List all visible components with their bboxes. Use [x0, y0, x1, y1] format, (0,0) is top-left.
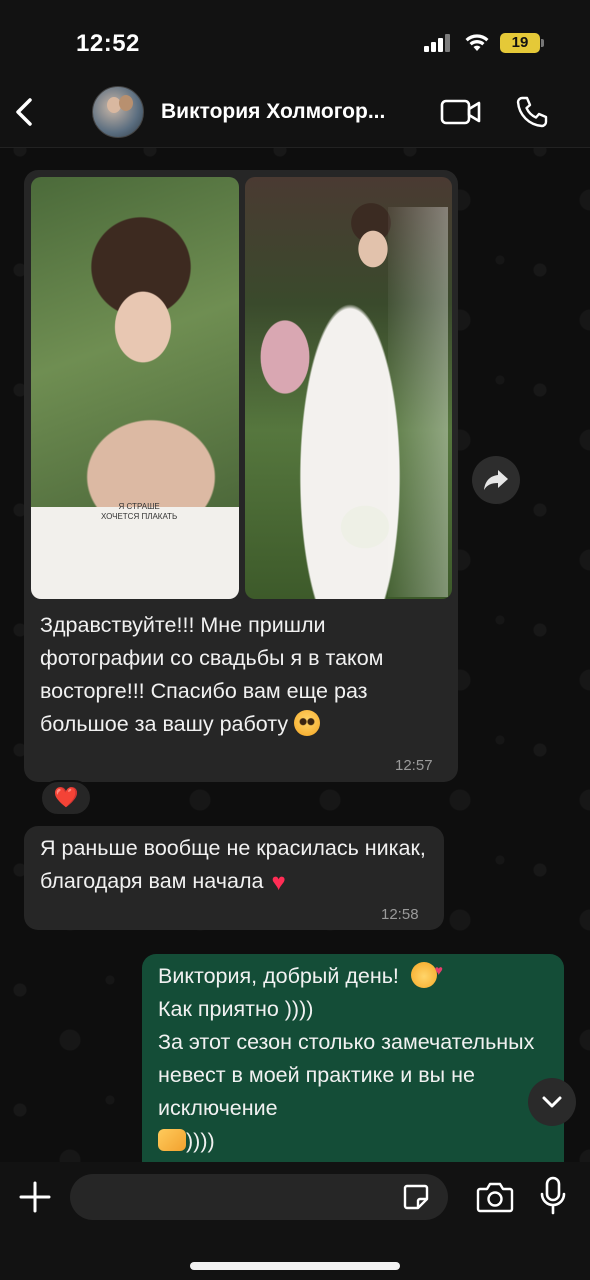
- sticker-icon[interactable]: [402, 1183, 430, 1211]
- forward-arrow-icon: [484, 470, 508, 490]
- smiling-face-with-hearts-icon: [410, 954, 443, 988]
- wedding-photo-full[interactable]: [245, 177, 452, 599]
- wedding-photo-portrait[interactable]: Я СТРАШЕ ХОЧЕТСЯ ПЛАКАТЬ: [31, 177, 239, 599]
- heart-with-arrow-icon: ♥: [271, 869, 286, 896]
- status-time: 12:52: [76, 30, 140, 57]
- plus-icon[interactable]: [18, 1180, 52, 1214]
- message-input[interactable]: [70, 1174, 448, 1220]
- heart-hands-icon: [158, 1129, 186, 1151]
- message-bubble-incoming[interactable]: Я СТРАШЕ ХОЧЕТСЯ ПЛАКАТЬ Здравствуйте!!! …: [24, 170, 458, 782]
- chevron-down-icon: [542, 1096, 562, 1108]
- scroll-to-bottom-button[interactable]: [528, 1078, 576, 1126]
- chat-header: Виктория Холмогор...: [0, 80, 590, 148]
- chevron-left-icon[interactable]: [10, 92, 40, 132]
- cellular-signal-icon: [424, 34, 452, 52]
- photo-tattoo-text: Я СТРАШЕ ХОЧЕТСЯ ПЛАКАТЬ: [101, 502, 178, 521]
- pleading-face-icon: [294, 710, 321, 736]
- avatar[interactable]: [92, 86, 144, 138]
- battery-indicator: 19: [500, 33, 544, 53]
- message-time: 12:57: [395, 757, 433, 774]
- wifi-icon: [465, 34, 489, 51]
- composer-bar: [0, 1162, 590, 1280]
- camera-icon[interactable]: [476, 1180, 514, 1214]
- contact-name[interactable]: Виктория Холмогор...: [161, 100, 425, 124]
- message-text: Я раньше вообще не красилась никак, благ…: [40, 836, 426, 896]
- phone-icon[interactable]: [514, 94, 550, 130]
- microphone-icon[interactable]: [540, 1176, 566, 1216]
- message-text: Здравствуйте!!! Мне пришли фотографии со…: [40, 613, 384, 736]
- forward-button[interactable]: [472, 456, 520, 504]
- status-bar: 12:52 19: [0, 0, 590, 80]
- reaction-badge[interactable]: ❤️: [40, 780, 92, 816]
- message-text: Виктория, добрый день! Как приятно )))) …: [158, 954, 554, 1158]
- message-bubble-outgoing[interactable]: Виктория, добрый день! Как приятно )))) …: [142, 954, 564, 1168]
- home-indicator: [190, 1262, 400, 1270]
- message-time: 12:58: [381, 906, 419, 923]
- message-bubble-incoming[interactable]: Я раньше вообще не красилась никак, благ…: [24, 826, 444, 930]
- red-heart-icon: ❤️: [53, 787, 79, 809]
- video-camera-icon[interactable]: [440, 96, 482, 128]
